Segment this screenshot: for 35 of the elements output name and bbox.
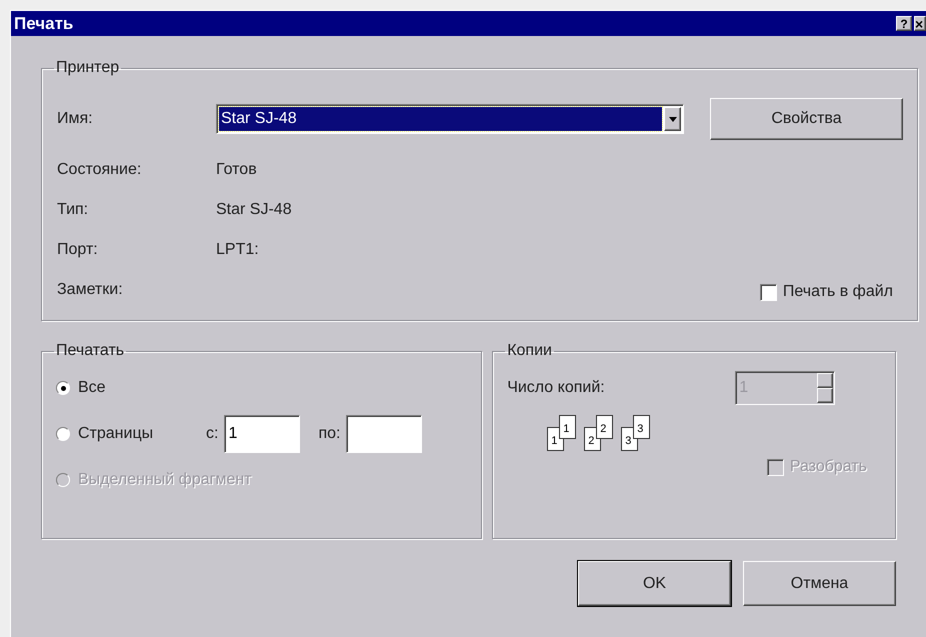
info-label: Заметки: <box>57 280 124 300</box>
to-label: по: <box>318 424 340 444</box>
checkbox-label: Разобрать <box>790 457 867 477</box>
dialog-button[interactable]: OK <box>578 561 731 606</box>
name-label: Имя: <box>57 109 94 129</box>
radio-label: Все <box>78 378 107 398</box>
properties-button[interactable]: Свойства <box>710 98 903 140</box>
group-title: Принтер <box>55 58 120 78</box>
radio-button[interactable] <box>56 381 70 395</box>
printer-dropdown[interactable]: Star SJ-48 <box>216 104 684 134</box>
info-value: LPT1: <box>216 240 259 260</box>
from-label: с: <box>206 424 218 444</box>
radio-label: Выделенный фрагмент <box>78 470 253 490</box>
help-button[interactable]: ? <box>896 16 912 31</box>
group-title: Копии <box>506 341 553 361</box>
radio-button[interactable] <box>56 427 70 441</box>
checkbox[interactable] <box>760 284 777 300</box>
from-field[interactable]: 1 <box>224 415 300 453</box>
group-title: Печатать <box>55 341 126 361</box>
info-label: Тип: <box>57 200 90 220</box>
copies-label: Число копий: <box>507 378 606 398</box>
printer-name: Star SJ-48 <box>219 107 662 131</box>
info-label: Состояние: <box>57 160 142 180</box>
page-icon: 1 <box>559 415 576 439</box>
checkbox-label: Печать в файл <box>782 282 893 302</box>
to-field[interactable] <box>346 415 422 453</box>
info-label: Порт: <box>57 240 99 260</box>
window-title: Печать <box>14 12 74 35</box>
close-button[interactable]: × <box>914 16 926 31</box>
radio-label: Страницы <box>78 424 154 444</box>
page-icon: 2 <box>596 415 614 439</box>
info-value: Готов <box>216 160 257 180</box>
dialog-button[interactable]: Отмена <box>743 561 896 606</box>
info-value: Star SJ-48 <box>216 200 292 220</box>
page-icon: 3 <box>633 415 650 439</box>
